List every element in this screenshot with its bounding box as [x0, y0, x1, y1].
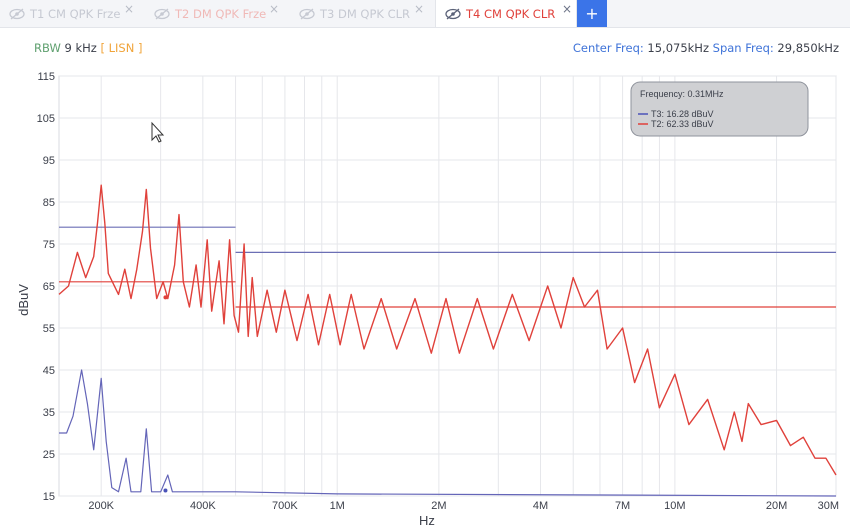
limit-lines [59, 226, 836, 308]
traces [58, 184, 837, 497]
x-tick-label: 400K [190, 500, 216, 512]
rbw-label: RBW [34, 41, 61, 55]
spectrum-chart[interactable]: 152535455565758595105115 200K 400K 700K 1M 2… [0, 60, 850, 529]
x-tick-label: 4M [533, 500, 548, 512]
tab-t3[interactable]: T3 DM QPK CLR × [290, 0, 435, 27]
y-tick-label: 15 [43, 491, 55, 503]
rbw-value: 9 kHz [64, 41, 97, 55]
y-tick-label: 55 [43, 323, 55, 335]
y-tick-label: 75 [43, 239, 55, 251]
center-freq-label: Center Freq: [572, 41, 644, 55]
close-icon[interactable]: × [269, 2, 279, 16]
x-tick-label: 700K [272, 500, 298, 512]
center-freq-value: 15,075kHz [647, 41, 709, 55]
eye-slash-icon[interactable] [444, 8, 462, 20]
trace-marker-t3 [163, 488, 168, 493]
chart-grid [58, 75, 837, 497]
lisn-tag: [ LISN ] [100, 41, 143, 55]
tooltip-t3-text: T3: 16.28 dBuV [651, 109, 714, 119]
x-tick-label: 1M [330, 500, 345, 512]
tab-t2[interactable]: T2 DM QPK Frze × [145, 0, 290, 27]
trace-marker-t2 [163, 295, 168, 300]
x-tick-label: 10M [664, 500, 685, 512]
trace-series-1 [58, 184, 837, 476]
mouse-cursor-icon [151, 121, 165, 143]
span-freq-value: 29,850kHz [777, 41, 839, 55]
tab-t1-label: T1 CM QPK Frze [30, 6, 121, 21]
y-tick-label: 25 [43, 449, 55, 461]
tab-t4[interactable]: T4 CM QPK CLR × [435, 0, 577, 27]
tab-t4-label: T4 CM QPK CLR [466, 6, 556, 21]
eye-slash-icon[interactable] [8, 8, 26, 20]
y-tick-label: 65 [43, 281, 55, 293]
y-tick-label: 95 [43, 155, 55, 167]
tooltip-t2-text: T2: 62.33 dBuV [651, 119, 714, 129]
x-tick-label: 200K [88, 500, 114, 512]
y-tick-label: 115 [37, 71, 55, 83]
x-axis-label: Hz [419, 513, 435, 528]
x-tick-label: 7M [615, 500, 630, 512]
y-tick-label: 45 [43, 365, 55, 377]
tab-t1[interactable]: T1 CM QPK Frze × [0, 0, 145, 27]
eye-slash-icon[interactable] [298, 8, 316, 20]
tooltip: Frequency: 0.31MHz T3: 16.28 dBuV T2: 62… [630, 81, 809, 137]
close-icon[interactable]: × [562, 2, 572, 16]
x-tick-label: 2M [431, 500, 446, 512]
y-axis-label: dBuV [16, 284, 31, 316]
rbw-info: RBW 9 kHz [ LISN ] [34, 41, 142, 55]
trace-series-2 [59, 369, 837, 497]
trace-tab-bar: T1 CM QPK Frze × T2 DM QPK Frze × T3 DM … [0, 0, 850, 28]
y-tick-label: 35 [43, 407, 55, 419]
y-tick-label: 85 [43, 197, 55, 209]
add-tab-button[interactable]: + [577, 0, 607, 27]
x-axis-ticks: 200K 400K 700K 1M 2M 4M 7M 10M 20M 30M [88, 500, 839, 512]
x-tick-label: 30M [818, 500, 839, 512]
y-axis-ticks: 15 25 35 45 55 65 75 85 95 105 115 [37, 71, 55, 503]
close-icon[interactable]: × [124, 2, 134, 16]
y-tick-label: 105 [37, 113, 55, 125]
close-icon[interactable]: × [414, 2, 424, 16]
x-tick-label: 20M [766, 500, 787, 512]
span-freq-label: Span Freq: [712, 41, 774, 55]
eye-slash-icon[interactable] [153, 8, 171, 20]
frequency-info: Center Freq: 15,075kHz Span Freq: 29,850… [573, 41, 839, 55]
tooltip-frequency: Frequency: 0.31MHz [640, 89, 724, 99]
tab-t2-label: T2 DM QPK Frze [175, 6, 267, 21]
tab-t3-label: T3 DM QPK CLR [320, 6, 411, 21]
